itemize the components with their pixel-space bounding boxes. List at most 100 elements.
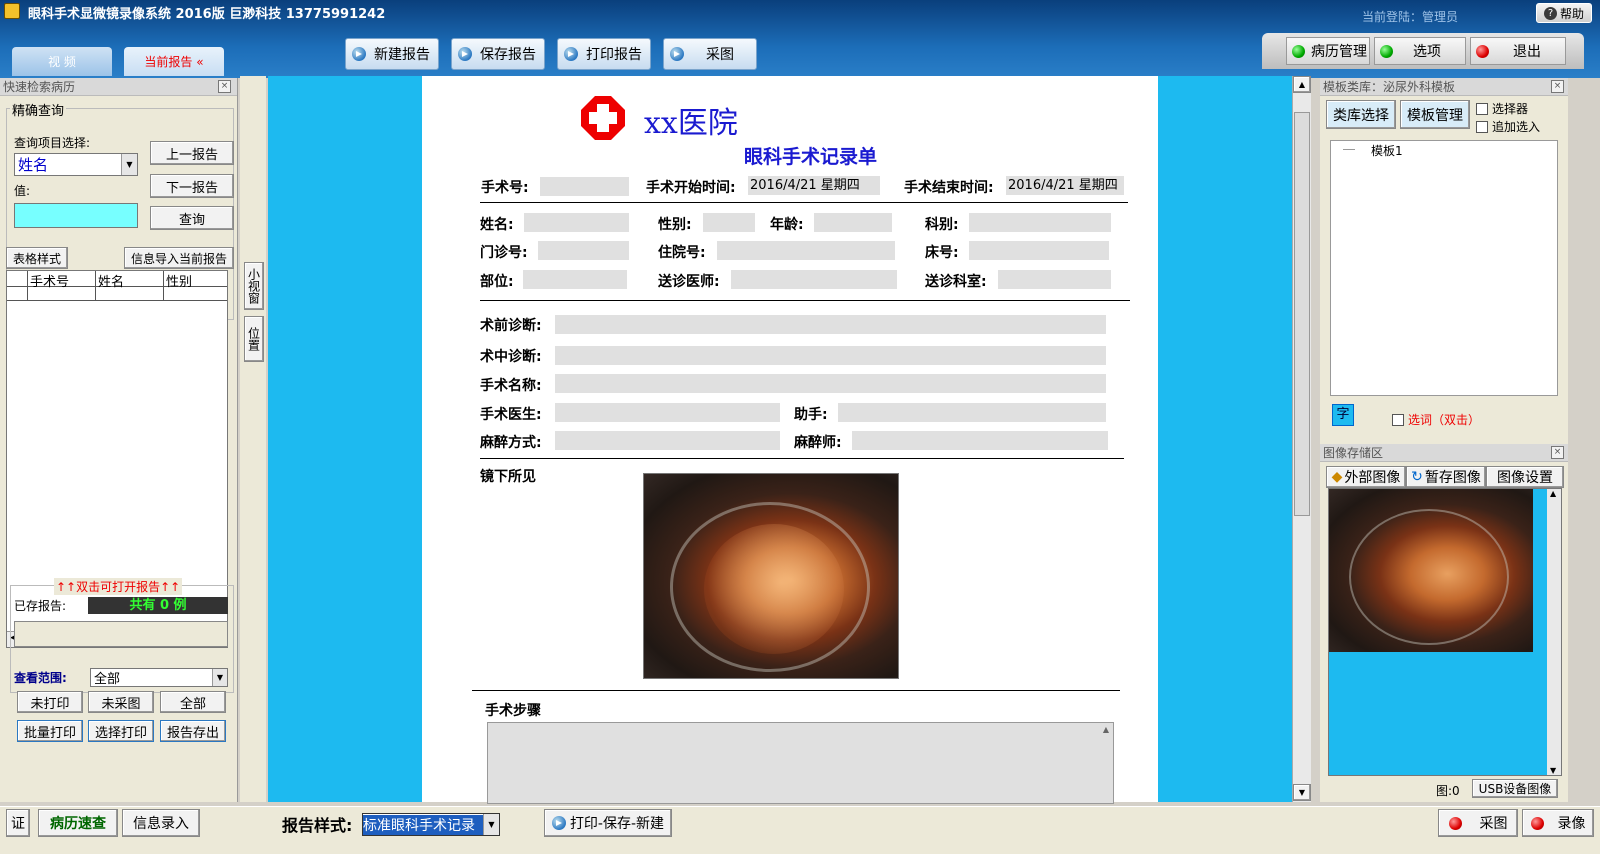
record-label: 录像: [1557, 816, 1586, 832]
help-button[interactable]: ? 帮助: [1536, 3, 1592, 23]
gender-field[interactable]: [703, 213, 755, 232]
capture-status-button[interactable]: 采图: [1438, 809, 1518, 837]
red-dot-icon: [1530, 816, 1544, 830]
surgeon-label: 手术医生:: [480, 407, 542, 423]
append-checkbox[interactable]: 追加选入: [1476, 118, 1540, 135]
dept-field[interactable]: [969, 213, 1111, 232]
next-report-button[interactable]: 下一报告: [150, 174, 234, 198]
value-input[interactable]: [14, 203, 138, 228]
surgeon-field[interactable]: [555, 403, 780, 422]
inpatient-no-field[interactable]: [717, 241, 895, 260]
scroll-up-icon[interactable]: ▲: [1293, 76, 1311, 93]
checkbox-icon: [1476, 120, 1488, 133]
app-title: 眼科手术显微镜录像系统 2016版 巨渺科技 13775991242: [28, 7, 386, 22]
exit-button[interactable]: 退出: [1470, 37, 1566, 65]
name-field[interactable]: [524, 213, 629, 232]
table-style-button[interactable]: 表格样式: [6, 247, 68, 269]
start-time-field[interactable]: 2016/4/21 星期四: [748, 176, 880, 195]
save-report-label: 保存报告: [480, 47, 536, 63]
surgery-image[interactable]: [643, 473, 899, 679]
options-button[interactable]: 选项: [1374, 37, 1466, 65]
bed-no-field[interactable]: [969, 241, 1109, 260]
close-icon[interactable]: ×: [218, 80, 231, 93]
capture-status-label: 采图: [1479, 816, 1508, 832]
column-header[interactable]: 姓名: [96, 271, 164, 290]
checkbox-icon: [1476, 102, 1488, 115]
close-icon[interactable]: ×: [1551, 80, 1564, 93]
tab-current-report[interactable]: 当前报告 «: [124, 47, 224, 76]
position-tab[interactable]: 位置: [244, 316, 264, 362]
query-button[interactable]: 查询: [150, 206, 234, 230]
report-style-select[interactable]: 标准眼科手术记录 ▼: [362, 813, 500, 836]
scroll-up-icon[interactable]: ▲: [1550, 489, 1556, 498]
scroll-up-icon[interactable]: ▲: [1103, 725, 1109, 734]
surgery-no-label: 手术号:: [481, 180, 529, 196]
external-image-button[interactable]: ◆ 外部图像: [1326, 466, 1406, 488]
outpatient-no-label: 门诊号:: [480, 245, 528, 261]
records-management-button[interactable]: 病历管理: [1286, 37, 1370, 65]
usb-image-button[interactable]: USB设备图像: [1472, 779, 1558, 798]
image-settings-button[interactable]: 图像设置: [1486, 466, 1564, 488]
all-button[interactable]: 全部: [160, 691, 226, 713]
selector-checkbox[interactable]: 选择器: [1476, 100, 1528, 117]
surgery-name-field[interactable]: [555, 374, 1106, 393]
select-print-button[interactable]: 选择打印: [88, 720, 154, 742]
record-button[interactable]: 录像: [1522, 809, 1594, 837]
dblclick-hint: ↑↑双击可打开报告↑↑: [54, 578, 183, 595]
outpatient-no-field[interactable]: [538, 241, 629, 260]
small-window-tab[interactable]: 小视窗: [244, 262, 264, 310]
thumbnail-scrollbar[interactable]: ▲ ▼: [1547, 489, 1561, 775]
tree-line: [1343, 149, 1355, 150]
scroll-down-icon[interactable]: ▼: [1550, 766, 1556, 775]
anesthesia-field[interactable]: [555, 431, 780, 450]
tree-item-template[interactable]: 模板1: [1371, 142, 1403, 159]
report-style-value: 标准眼科手术记录: [363, 814, 483, 835]
saved-label: 已存报告:: [14, 599, 67, 613]
font-button[interactable]: 字: [1332, 404, 1354, 426]
not-captured-button[interactable]: 未采图: [88, 691, 154, 713]
green-dot-icon: [1292, 44, 1305, 58]
new-report-button[interactable]: 新建报告: [345, 38, 439, 70]
intra-diagnosis-field[interactable]: [555, 346, 1106, 365]
quick-records-button[interactable]: 病历速查: [38, 809, 118, 837]
export-report-button[interactable]: 报告存出: [160, 720, 226, 742]
prev-report-button[interactable]: 上一报告: [150, 141, 234, 165]
template-management-button[interactable]: 模板管理: [1400, 100, 1470, 129]
surgery-steps-textarea[interactable]: ▲: [487, 722, 1114, 804]
query-item-select[interactable]: 姓名 ▼: [14, 153, 138, 176]
anesthetist-field[interactable]: [852, 431, 1108, 450]
saved-report-field[interactable]: [14, 621, 228, 647]
end-time-field[interactable]: 2016/4/21 星期四: [1006, 176, 1124, 195]
save-report-button[interactable]: 保存报告: [451, 38, 545, 70]
tab-video[interactable]: 视 频: [12, 47, 112, 76]
age-field[interactable]: [814, 213, 892, 232]
scroll-down-icon[interactable]: ▼: [1293, 784, 1311, 801]
capture-button[interactable]: 采图: [663, 38, 757, 70]
scroll-thumb[interactable]: [1294, 112, 1310, 516]
doctor-field[interactable]: [731, 270, 897, 289]
info-entry-button[interactable]: 信息录入: [122, 809, 200, 837]
import-info-button[interactable]: 信息导入当前报告: [124, 247, 234, 269]
print-report-label: 打印报告: [586, 47, 642, 63]
not-printed-button[interactable]: 未打印: [17, 691, 83, 713]
cert-button[interactable]: 证: [6, 809, 30, 837]
document-vertical-scrollbar[interactable]: ▲ ▼: [1292, 76, 1311, 802]
surgery-no-field[interactable]: [540, 177, 629, 196]
referring-dept-field[interactable]: [998, 270, 1111, 289]
site-field[interactable]: [523, 270, 627, 289]
library-select-button[interactable]: 类库选择: [1326, 100, 1396, 129]
image-thumbnail[interactable]: [1329, 489, 1533, 652]
scope-select[interactable]: 全部 ▼: [90, 668, 228, 687]
pre-diagnosis-field[interactable]: [555, 315, 1106, 334]
column-header[interactable]: 性别: [164, 271, 227, 290]
report-page[interactable]: xx医院 眼科手术记录单 手术号: 手术开始时间: 2016/4/21 星期四 …: [422, 76, 1158, 804]
temp-image-button[interactable]: ↻ 暂存图像: [1406, 466, 1486, 488]
select-word-checkbox[interactable]: 选词（双击）: [1392, 411, 1480, 428]
print-report-button[interactable]: 打印报告: [557, 38, 651, 70]
print-save-new-button[interactable]: 打印-保存-新建: [544, 809, 672, 837]
assistant-field[interactable]: [838, 403, 1106, 422]
table-row[interactable]: [7, 287, 227, 301]
close-icon[interactable]: ×: [1551, 446, 1564, 459]
column-header[interactable]: 手术号: [28, 271, 96, 290]
batch-print-button[interactable]: 批量打印: [17, 720, 83, 742]
